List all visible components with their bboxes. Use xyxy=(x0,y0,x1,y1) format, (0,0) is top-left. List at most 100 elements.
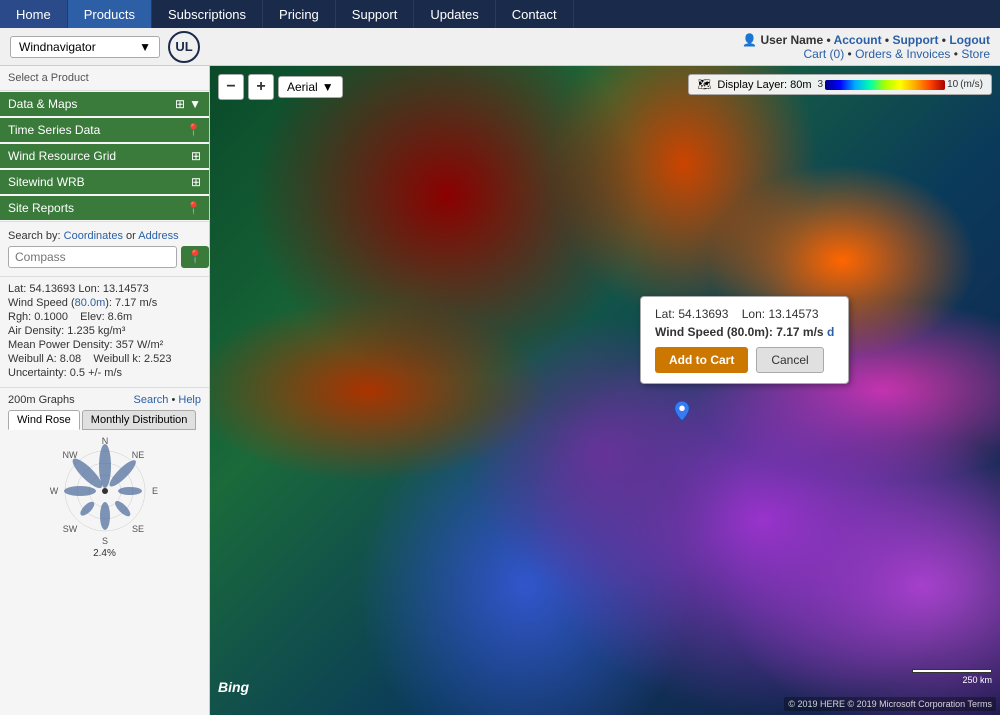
compass-location-button[interactable]: 📍 xyxy=(181,246,209,268)
sidebar-item-data-maps[interactable]: Data & Maps ⊞ ▼ xyxy=(0,92,209,116)
info-popup: Lat: 54.13693 Lon: 13.14573 Wind Speed (… xyxy=(640,296,849,384)
svg-text:SW: SW xyxy=(62,524,77,534)
tab-monthly-distribution[interactable]: Monthly Distribution xyxy=(82,410,197,430)
aerial-dropdown[interactable]: Aerial ▼ xyxy=(278,76,343,98)
graph-search-link[interactable]: Search xyxy=(134,394,169,406)
layers-icon: 🗺 xyxy=(697,78,711,91)
user-info: 👤 User Name • Account • Support • Logout xyxy=(742,33,990,47)
cart-link[interactable]: Cart (0) xyxy=(804,47,845,61)
sidebar-label-data-maps: Data & Maps xyxy=(8,97,77,111)
pin-icon-2: 📍 xyxy=(186,201,201,215)
chevron-down-icon: ▼ xyxy=(189,97,201,111)
svg-text:S: S xyxy=(101,536,107,546)
orders-link[interactable]: Orders & Invoices xyxy=(855,47,950,61)
popup-lat: Lat: 54.13693 xyxy=(655,307,728,321)
tab-wind-rose[interactable]: Wind Rose xyxy=(8,410,80,430)
pin-icon: 📍 xyxy=(186,123,201,137)
bing-logo: Bing xyxy=(218,679,249,695)
header-left: Windnavigator ▼ UL xyxy=(10,31,200,63)
lat-lon-row: Lat: 54.13693 Lon: 13.14573 xyxy=(8,283,201,295)
logout-link[interactable]: Logout xyxy=(949,33,990,47)
sidebar-item-sitewind[interactable]: Sitewind WRB ⊞ xyxy=(0,170,209,194)
elev-value: Elev: 8.6m xyxy=(80,311,132,323)
weibull-k: Weibull k: 2.523 xyxy=(93,353,171,365)
scale-max: 10 xyxy=(947,79,958,90)
color-scale: 3 10 (m/s) xyxy=(818,79,983,90)
wind-rose-svg: N S W E NE SE NW SW xyxy=(50,436,160,546)
top-navigation: Home Products Subscriptions Pricing Supp… xyxy=(0,0,1000,28)
sidebar-item-time-series[interactable]: Time Series Data 📍 xyxy=(0,118,209,142)
user-icon: 👤 xyxy=(742,33,757,47)
wind-speed-height: 80.0m xyxy=(75,297,106,309)
compass-input[interactable] xyxy=(8,246,177,268)
nav-pricing[interactable]: Pricing xyxy=(263,0,336,28)
nav-support[interactable]: Support xyxy=(336,0,415,28)
svg-text:NE: NE xyxy=(131,450,144,460)
display-layer-label: Display Layer: 80m xyxy=(717,79,811,91)
map-location-pin xyxy=(674,401,690,421)
air-density-row: Air Density: 1.235 kg/m³ xyxy=(8,325,201,337)
dropdown-arrow-icon: ▼ xyxy=(139,40,151,54)
lon-value: Lon: 13.14573 xyxy=(78,283,148,295)
map-background xyxy=(210,66,1000,715)
product-select-dropdown[interactable]: Windnavigator ▼ xyxy=(10,36,160,58)
store-link[interactable]: Store xyxy=(961,47,990,61)
sidebar-label-wind-resource: Wind Resource Grid xyxy=(8,149,116,163)
or-text: or xyxy=(126,230,136,242)
graphs-title: 200m Graphs xyxy=(8,394,75,406)
color-scale-bar xyxy=(825,80,945,90)
graph-tabs: Wind Rose Monthly Distribution xyxy=(8,410,201,430)
uncertainty-row: Uncertainty: 0.5 +/- m/s xyxy=(8,367,201,379)
main-layout: Select a Product Data & Maps ⊞ ▼ Time Se… xyxy=(0,66,1000,715)
coordinates-link[interactable]: Coordinates xyxy=(64,230,123,242)
weibull-a: Weibull A: 8.08 xyxy=(8,353,81,365)
wind-speed-value: ): 7.17 m/s xyxy=(105,297,157,309)
mean-power-row: Mean Power Density: 357 W/m² xyxy=(8,339,201,351)
wind-detail-link[interactable]: d xyxy=(827,325,834,339)
scale-unit: (m/s) xyxy=(960,79,983,90)
nav-contact[interactable]: Contact xyxy=(496,0,574,28)
map-area[interactable]: − + Aerial ▼ 🗺 Display Layer: 80m 3 10 (… xyxy=(210,66,1000,715)
rgh-value: Rgh: 0.1000 xyxy=(8,311,68,323)
zoom-out-button[interactable]: − xyxy=(218,74,244,100)
graph-help-link[interactable]: Help xyxy=(178,394,201,406)
nav-subscriptions[interactable]: Subscriptions xyxy=(152,0,263,28)
sidebar-item-wind-resource[interactable]: Wind Resource Grid ⊞ xyxy=(0,144,209,168)
search-by-row: Search by: Coordinates or Address xyxy=(8,230,201,242)
popup-buttons: Add to Cart Cancel xyxy=(655,347,834,373)
map-toolbar: − + Aerial ▼ xyxy=(218,74,343,100)
percent-label: 2.4% xyxy=(8,548,201,559)
grid-icon-3: ⊞ xyxy=(191,175,201,189)
sidebar-item-site-reports[interactable]: Site Reports 📍 xyxy=(0,196,209,220)
scale-label: 250 km xyxy=(962,675,992,685)
zoom-in-button[interactable]: + xyxy=(248,74,274,100)
nav-updates[interactable]: Updates xyxy=(414,0,495,28)
sidebar: Select a Product Data & Maps ⊞ ▼ Time Se… xyxy=(0,66,210,715)
support-link[interactable]: Support xyxy=(892,33,938,47)
select-product-label: Select a Product xyxy=(0,66,209,91)
header-bar: Windnavigator ▼ UL 👤 User Name • Account… xyxy=(0,28,1000,66)
svg-text:NW: NW xyxy=(62,450,77,460)
weibull-row: Weibull A: 8.08 Weibull k: 2.523 xyxy=(8,353,201,365)
account-link[interactable]: Account xyxy=(834,33,882,47)
aerial-label: Aerial xyxy=(287,80,318,94)
search-section: Search by: Coordinates or Address 📍 ✓ xyxy=(0,221,209,276)
wind-rose-chart: N S W E NE SE NW SW xyxy=(8,436,201,546)
sidebar-label-sitewind: Sitewind WRB xyxy=(8,175,85,189)
wind-speed-row: Wind Speed (80.0m): 7.17 m/s xyxy=(8,297,201,309)
compass-input-row: 📍 ✓ xyxy=(8,246,201,268)
grid-icon-2: ⊞ xyxy=(191,149,201,163)
search-by-label: Search by: xyxy=(8,230,61,242)
address-link[interactable]: Address xyxy=(138,230,178,242)
copyright-text: © 2019 HERE © 2019 Microsoft Corporation… xyxy=(784,697,996,711)
add-to-cart-button[interactable]: Add to Cart xyxy=(655,347,748,373)
nav-products[interactable]: Products xyxy=(68,0,152,28)
header-right: 👤 User Name • Account • Support • Logout… xyxy=(742,33,990,61)
data-section: Lat: 54.13693 Lon: 13.14573 Wind Speed (… xyxy=(0,276,209,387)
popup-coordinates: Lat: 54.13693 Lon: 13.14573 xyxy=(655,307,834,321)
sidebar-label-time-series: Time Series Data xyxy=(8,123,100,137)
cancel-button[interactable]: Cancel xyxy=(756,347,823,373)
wind-speed-label: Wind Speed ( xyxy=(8,297,75,309)
scale-min: 3 xyxy=(818,79,824,90)
nav-home[interactable]: Home xyxy=(0,0,68,28)
